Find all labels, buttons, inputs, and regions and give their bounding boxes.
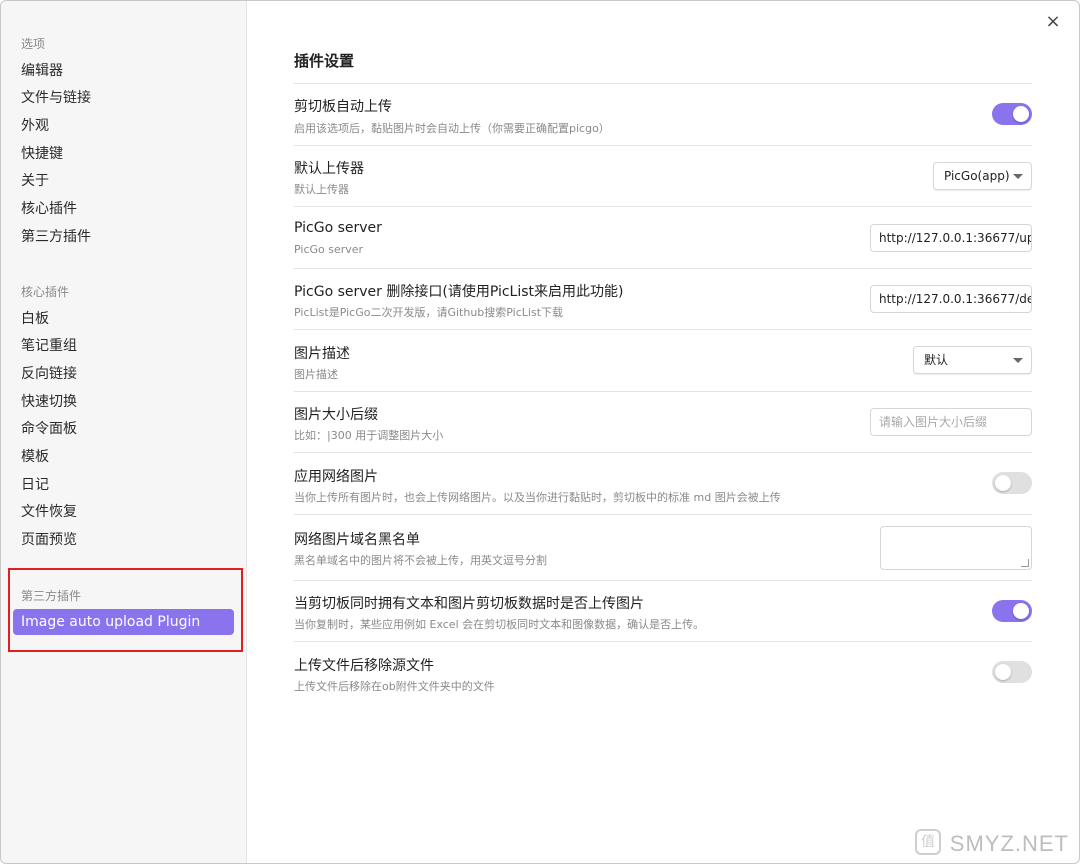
picgo-server-input[interactable]: http://127.0.0.1:36677/upl: [870, 224, 1032, 252]
sidebar-item-note-composer[interactable]: 笔记重组: [21, 336, 77, 356]
setting-name: 图片大小后缀: [294, 407, 378, 423]
sidebar-item-about[interactable]: 关于: [21, 171, 49, 191]
settings-window: 选项 编辑器 文件与链接 外观 快捷键 关于 核心插件 第三方插件 核心插件 白…: [0, 0, 1080, 864]
section-title: 插件设置: [294, 52, 355, 70]
sidebar-item-templates[interactable]: 模板: [21, 447, 49, 467]
resize-handle-icon[interactable]: [1021, 559, 1029, 567]
setting-description: 上传文件后移除在ob附件文件夹中的文件: [294, 680, 495, 693]
network-images-toggle[interactable]: [992, 472, 1032, 494]
image-size-suffix-input[interactable]: 请输入图片大小后缀: [870, 408, 1032, 436]
setting-description: 当你复制时，某些应用例如 Excel 会在剪切板同时文本和图像数据，确认是否上传…: [294, 618, 705, 631]
select-value: 默认: [924, 353, 949, 367]
close-icon[interactable]: ×: [1043, 12, 1063, 32]
setting-name: 图片描述: [294, 346, 350, 362]
setting-name: 当剪切板同时拥有文本和图片剪切板数据时是否上传图片: [294, 596, 644, 612]
toggle-knob: [995, 664, 1011, 680]
sidebar-item-community-plugins[interactable]: 第三方插件: [21, 227, 91, 247]
setting-row: 图片大小后缀 比如：|300 用于调整图片大小 请输入图片大小后缀: [294, 391, 1032, 452]
settings-content: × 插件设置 剪切板自动上传 启用该选项后，黏贴图片时会自动上传（你需要正确配置…: [248, 1, 1079, 863]
sidebar-item-file-recovery[interactable]: 文件恢复: [21, 502, 77, 522]
default-uploader-select[interactable]: PicGo(app): [933, 162, 1032, 190]
sidebar-group-core: 核心插件: [21, 285, 70, 299]
sidebar-item-command-palette[interactable]: 命令面板: [21, 419, 77, 439]
setting-name: 剪切板自动上传: [294, 99, 392, 115]
setting-description: 默认上传器: [294, 183, 349, 196]
sidebar-item-core-plugins[interactable]: 核心插件: [21, 199, 77, 219]
sidebar-item-quick-switcher[interactable]: 快速切换: [21, 392, 77, 412]
setting-row: PicGo server PicGo server http://127.0.0…: [294, 206, 1032, 268]
sidebar-item-files-links[interactable]: 文件与链接: [21, 88, 91, 108]
setting-row: 剪切板自动上传 启用该选项后，黏贴图片时会自动上传（你需要正确配置picgo）: [294, 83, 1032, 145]
setting-name: PicGo server 删除接口(请使用PicList来启用此功能): [294, 284, 624, 300]
chevron-down-icon: [1013, 358, 1023, 363]
setting-description: 比如：|300 用于调整图片大小: [294, 429, 444, 442]
setting-row: PicGo server 删除接口(请使用PicList来启用此功能) PicL…: [294, 268, 1032, 329]
clipboard-auto-upload-toggle[interactable]: [992, 103, 1032, 125]
setting-name: 上传文件后移除源文件: [294, 658, 434, 674]
sidebar-item-editor[interactable]: 编辑器: [21, 61, 63, 81]
setting-description: PicGo server: [294, 243, 364, 256]
chevron-down-icon: [1013, 174, 1023, 179]
setting-row: 网络图片域名黑名单 黑名单域名中的图片将不会被上传，用英文逗号分割: [294, 514, 1032, 580]
toggle-knob: [1013, 106, 1029, 122]
sidebar-group-third-party: 第三方插件: [21, 589, 82, 603]
setting-name: 默认上传器: [294, 161, 364, 177]
sidebar-item-canvas[interactable]: 白板: [21, 309, 49, 329]
clipboard-text-image-toggle[interactable]: [992, 600, 1032, 622]
sidebar-item-hotkeys[interactable]: 快捷键: [21, 144, 63, 164]
setting-description: 当你上传所有图片时，也会上传网络图片。以及当你进行黏贴时，剪切板中的标准 md …: [294, 491, 781, 504]
sidebar-item-image-auto-upload[interactable]: Image auto upload Plugin: [13, 609, 234, 635]
sidebar-item-page-preview[interactable]: 页面预览: [21, 530, 77, 550]
setting-description: PicList是PicGo二次开发版，请Github搜索PicList下载: [294, 306, 564, 319]
domain-blacklist-textarea[interactable]: [880, 526, 1032, 570]
setting-row: 默认上传器 默认上传器 PicGo(app): [294, 145, 1032, 206]
toggle-knob: [1013, 603, 1029, 619]
select-value: PicGo(app): [944, 169, 1010, 183]
setting-description: 黑名单域名中的图片将不会被上传，用英文逗号分割: [294, 554, 547, 567]
setting-name: PicGo server: [294, 220, 382, 236]
setting-row: 应用网络图片 当你上传所有图片时，也会上传网络图片。以及当你进行黏贴时，剪切板中…: [294, 452, 1032, 514]
remove-source-file-toggle[interactable]: [992, 661, 1032, 683]
sidebar-item-backlinks[interactable]: 反向链接: [21, 364, 77, 384]
setting-row: 图片描述 图片描述 默认: [294, 329, 1032, 391]
setting-description: 图片描述: [294, 368, 338, 381]
sidebar-item-daily-notes[interactable]: 日记: [21, 475, 49, 495]
image-description-select[interactable]: 默认: [913, 346, 1032, 374]
watermark-text: SMYZ.NET: [949, 831, 1069, 856]
setting-name: 网络图片域名黑名单: [294, 532, 420, 548]
sidebar-item-appearance[interactable]: 外观: [21, 116, 49, 136]
toggle-knob: [995, 475, 1011, 491]
picgo-delete-server-input[interactable]: http://127.0.0.1:36677/del: [870, 285, 1032, 313]
setting-row: 上传文件后移除源文件 上传文件后移除在ob附件文件夹中的文件: [294, 641, 1032, 703]
setting-row: 当剪切板同时拥有文本和图片剪切板数据时是否上传图片 当你复制时，某些应用例如 E…: [294, 580, 1032, 641]
sidebar-group-options: 选项: [21, 37, 46, 51]
setting-name: 应用网络图片: [294, 469, 378, 485]
watermark-logo-icon: 值: [915, 829, 941, 855]
settings-sidebar: 选项 编辑器 文件与链接 外观 快捷键 关于 核心插件 第三方插件 核心插件 白…: [1, 1, 247, 863]
setting-description: 启用该选项后，黏贴图片时会自动上传（你需要正确配置picgo）: [294, 122, 610, 135]
